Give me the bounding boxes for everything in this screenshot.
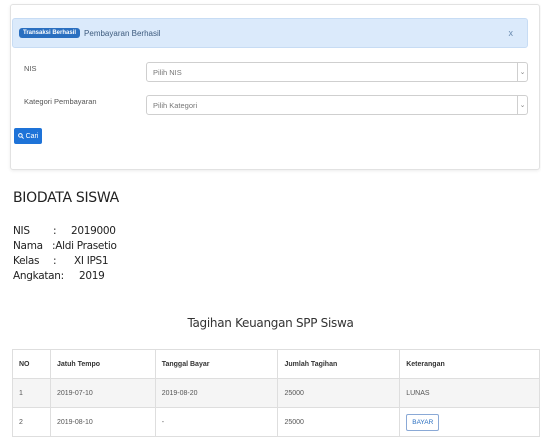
cell-jumlah: 25000 [277,407,401,437]
success-alert: Transaksi Berhasil Pembayaran Berhasil x [12,18,528,48]
biodata-kelas-label: Kelas [13,255,40,267]
cell-jatuh-tempo: 2019-07-10 [49,378,156,408]
tagihan-title: Tagihan Keuangan SPP Siswa [187,316,354,330]
cari-button[interactable]: Cari [14,128,42,144]
biodata-angkatan-label: Angkatan: [13,270,64,282]
table-row: 2 2019-08-10 - 25000 BAYAR [12,407,540,437]
bayar-button[interactable]: BAYAR [406,413,440,431]
biodata-nis-label: NIS [13,225,30,237]
cell-jumlah: 25000 [277,378,401,408]
tagihan-table: NO Jatuh Tempo Tanggal Bayar Jumlah Tagi… [12,349,540,437]
header-jatuh-tempo: Jatuh Tempo [49,349,156,379]
nis-select-value: Pilih NIS [153,67,182,77]
header-tanggal-bayar: Tanggal Bayar [154,349,279,379]
chevron-down-icon: ⌄ [517,96,527,114]
header-no: NO [12,349,51,379]
cell-keterangan: BAYAR [399,407,540,437]
header-keterangan: Keterangan [399,349,540,379]
kategori-label: Kategori Pembayaran [24,97,97,106]
chevron-down-icon: ⌄ [517,63,527,81]
biodata-title: BIODATA SISWA [13,190,119,206]
nis-label: NIS [24,64,37,73]
biodata-angkatan-value: 2019 [79,270,105,282]
cell-jatuh-tempo: 2019-08-10 [49,407,156,437]
biodata-nis-sep: : [53,225,57,237]
table-header-row: NO Jatuh Tempo Tanggal Bayar Jumlah Tagi… [12,349,540,379]
cell-no: 2 [12,407,51,437]
cari-label: Cari [25,132,39,140]
cell-no: 1 [12,378,51,408]
close-icon[interactable]: x [509,28,514,38]
alert-message: Pembayaran Berhasil [84,28,161,38]
kategori-select-value: Pilih Kategori [153,100,198,110]
search-icon [17,133,24,139]
biodata-nama-label: Nama [13,240,43,252]
cell-tanggal-bayar: 2019-08-20 [154,378,279,408]
biodata-nama-value: :Aldi Prasetio [52,240,117,252]
cell-keterangan-status: LUNAS [399,378,540,408]
kategori-select[interactable]: Pilih Kategori ⌄ [146,95,528,115]
nis-select[interactable]: Pilih NIS ⌄ [146,62,528,82]
alert-badge: Transaksi Berhasil [19,28,81,38]
biodata-kelas-sep: : [53,255,57,267]
cell-tanggal-bayar: - [154,407,279,437]
biodata-nis-value: 2019000 [71,225,116,237]
header-jumlah-tagihan: Jumlah Tagihan [277,349,401,379]
table-row: 1 2019-07-10 2019-08-20 25000 LUNAS [12,378,540,408]
biodata-kelas-value: XI IPS1 [74,255,109,267]
